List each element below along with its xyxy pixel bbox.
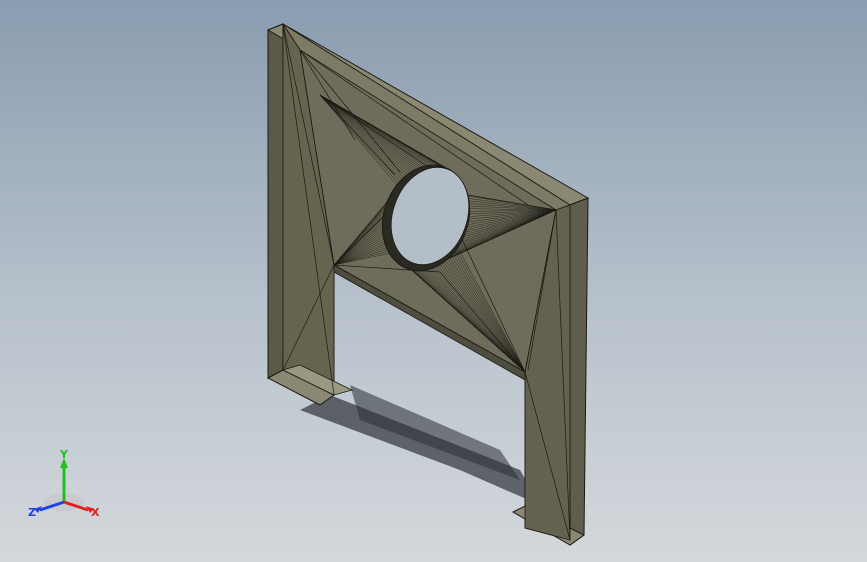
part-model[interactable] [0, 0, 867, 562]
z-axis-label: Z [28, 506, 36, 519]
model-shadow [300, 385, 540, 505]
orientation-triad[interactable]: Y X Z [24, 446, 104, 526]
y-axis-label: Y [59, 448, 69, 461]
x-axis-label: X [91, 506, 100, 519]
3d-viewport[interactable]: Y X Z [0, 0, 867, 562]
